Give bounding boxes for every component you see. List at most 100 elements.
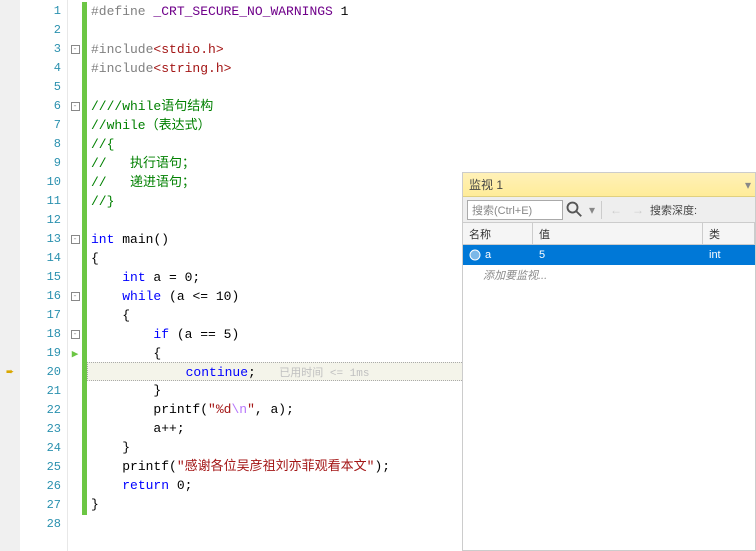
fold-slot[interactable] xyxy=(68,477,82,496)
code-token xyxy=(91,459,122,474)
fold-slot[interactable] xyxy=(68,439,82,458)
search-input[interactable]: 搜索(Ctrl+E) xyxy=(467,200,563,220)
breakpoint-slot[interactable] xyxy=(0,458,20,477)
breakpoint-slot[interactable] xyxy=(0,401,20,420)
code-line[interactable] xyxy=(87,78,756,97)
code-line[interactable] xyxy=(87,21,756,40)
fold-slot[interactable]: - xyxy=(68,230,82,249)
code-line[interactable]: // 执行语句； xyxy=(87,154,756,173)
breakpoint-slot[interactable] xyxy=(0,249,20,268)
fold-slot[interactable] xyxy=(68,59,82,78)
nav-forward-icon[interactable]: → xyxy=(628,200,648,220)
search-icon[interactable] xyxy=(565,200,585,220)
fold-slot[interactable] xyxy=(68,306,82,325)
watch-placeholder-text: 添加要监视... xyxy=(463,267,553,283)
code-token: 已用时间 <= 1ms xyxy=(279,368,369,380)
fold-slot[interactable]: - xyxy=(68,325,82,344)
fold-slot[interactable]: - xyxy=(68,40,82,59)
line-number: 27 xyxy=(20,496,67,515)
breakpoint-slot[interactable] xyxy=(0,439,20,458)
line-number: 9 xyxy=(20,154,67,173)
breakpoint-slot[interactable]: ➨ xyxy=(0,363,20,382)
fold-slot[interactable] xyxy=(68,211,82,230)
fold-toggle-icon[interactable]: - xyxy=(71,102,80,111)
fold-slot[interactable] xyxy=(68,78,82,97)
breakpoint-slot[interactable] xyxy=(0,306,20,325)
breakpoint-slot[interactable] xyxy=(0,344,20,363)
code-line[interactable]: #define _CRT_SECURE_NO_WARNINGS 1 xyxy=(87,2,756,21)
code-line[interactable]: //while（表达式） xyxy=(87,116,756,135)
column-header-name[interactable]: 名称 xyxy=(463,223,533,244)
watch-add-placeholder[interactable]: 添加要监视... xyxy=(463,265,755,285)
breakpoint-margin[interactable]: ➨ xyxy=(0,0,20,551)
breakpoint-slot[interactable] xyxy=(0,78,20,97)
breakpoint-slot[interactable] xyxy=(0,325,20,344)
fold-slot[interactable]: ▶ xyxy=(68,344,82,363)
code-line[interactable]: #include<string.h> xyxy=(87,59,756,78)
fold-slot[interactable] xyxy=(68,401,82,420)
fold-toggle-icon[interactable]: - xyxy=(71,235,80,244)
breakpoint-slot[interactable] xyxy=(0,154,20,173)
breakpoint-slot[interactable] xyxy=(0,97,20,116)
breakpoint-slot[interactable] xyxy=(0,477,20,496)
pin-icon[interactable]: ▾ xyxy=(745,178,751,192)
fold-slot[interactable] xyxy=(68,382,82,401)
fold-slot[interactable] xyxy=(68,268,82,287)
code-line[interactable]: ////while语句结构 xyxy=(87,97,756,116)
breakpoint-slot[interactable] xyxy=(0,496,20,515)
breakpoint-slot[interactable] xyxy=(0,59,20,78)
code-line[interactable]: #include<stdio.h> xyxy=(87,40,756,59)
fold-slot[interactable] xyxy=(68,496,82,515)
breakpoint-slot[interactable] xyxy=(0,2,20,21)
breakpoint-slot[interactable] xyxy=(0,116,20,135)
fold-column[interactable]: - - - - - ▶ xyxy=(68,0,82,551)
fold-slot[interactable] xyxy=(68,192,82,211)
fold-slot[interactable] xyxy=(68,173,82,192)
fold-slot[interactable] xyxy=(68,21,82,40)
fold-slot[interactable] xyxy=(68,458,82,477)
fold-toggle-icon[interactable]: - xyxy=(71,45,80,54)
fold-slot[interactable]: - xyxy=(68,287,82,306)
breakpoint-slot[interactable] xyxy=(0,230,20,249)
breakpoint-slot[interactable] xyxy=(0,382,20,401)
nav-back-icon[interactable]: ← xyxy=(606,200,626,220)
watch-name-cell[interactable]: a xyxy=(463,249,533,261)
dropdown-icon[interactable]: ▾ xyxy=(587,200,597,220)
fold-slot[interactable] xyxy=(68,116,82,135)
code-token: { xyxy=(91,346,161,361)
fold-slot[interactable] xyxy=(68,2,82,21)
breakpoint-slot[interactable] xyxy=(0,268,20,287)
line-number: 15 xyxy=(20,268,67,287)
column-header-value[interactable]: 值 xyxy=(533,223,703,244)
breakpoint-slot[interactable] xyxy=(0,173,20,192)
fold-slot[interactable]: - xyxy=(68,97,82,116)
fold-slot[interactable] xyxy=(68,249,82,268)
breakpoint-slot[interactable] xyxy=(0,420,20,439)
breakpoint-slot[interactable] xyxy=(0,21,20,40)
fold-slot[interactable] xyxy=(68,363,82,382)
code-token: //while（表达式） xyxy=(91,118,211,133)
code-token: int xyxy=(122,270,145,285)
breakpoint-slot[interactable] xyxy=(0,287,20,306)
breakpoint-slot[interactable] xyxy=(0,192,20,211)
breakpoint-slot[interactable] xyxy=(0,515,20,534)
watch-value-cell[interactable]: 5 xyxy=(533,249,703,261)
fold-slot[interactable] xyxy=(68,135,82,154)
breakpoint-slot[interactable] xyxy=(0,40,20,59)
fold-slot[interactable] xyxy=(68,154,82,173)
line-number-gutter: 1234567891011121314151617181920212223242… xyxy=(20,0,68,551)
breakpoint-slot[interactable] xyxy=(0,135,20,154)
watch-column-header[interactable]: 名称 值 类 xyxy=(463,223,755,245)
fold-slot[interactable] xyxy=(68,420,82,439)
watch-panel-title-bar[interactable]: 监视 1 ▾ xyxy=(463,173,755,197)
fold-toggle-icon[interactable]: - xyxy=(71,330,80,339)
fold-toggle-icon[interactable]: - xyxy=(71,292,80,301)
breakpoint-slot[interactable] xyxy=(0,211,20,230)
code-token: } xyxy=(91,497,99,512)
code-token: // 递进语句； xyxy=(91,175,195,190)
watch-row[interactable]: a5int xyxy=(463,245,755,265)
run-to-click-icon[interactable]: ▶ xyxy=(72,347,79,361)
code-line[interactable]: //{ xyxy=(87,135,756,154)
column-header-type[interactable]: 类 xyxy=(703,223,755,244)
fold-slot[interactable] xyxy=(68,515,82,534)
